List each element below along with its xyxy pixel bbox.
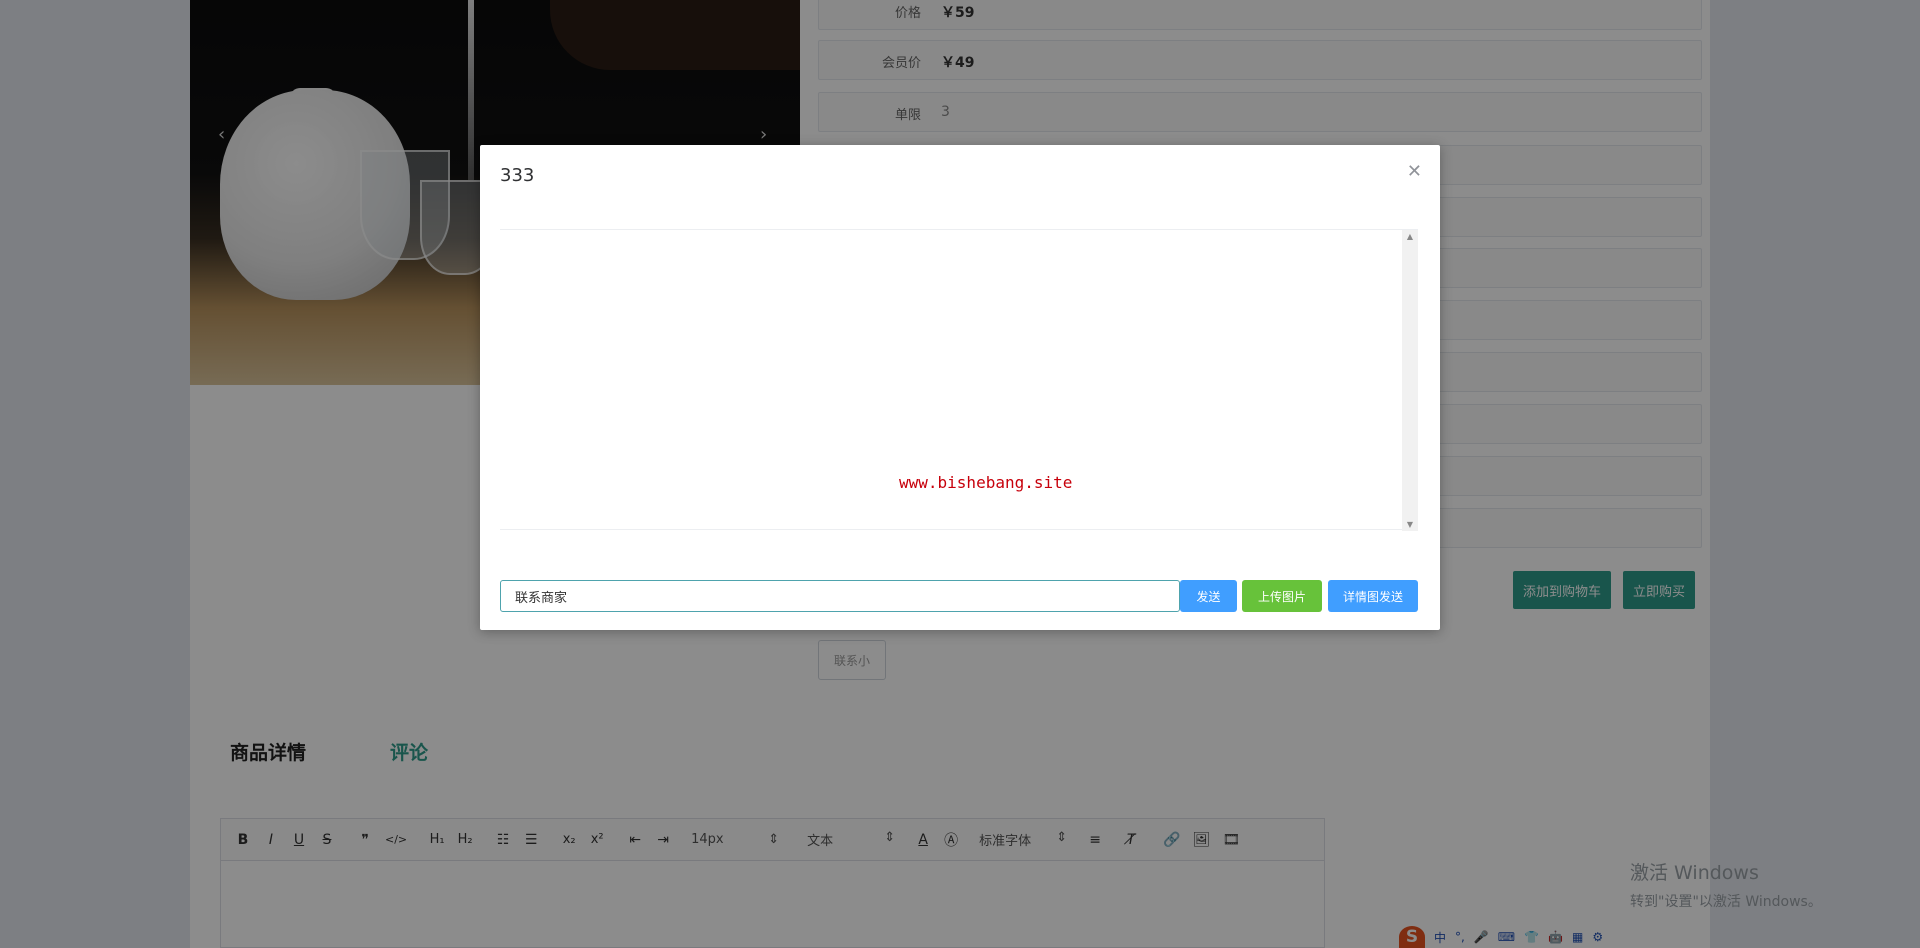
dialog-title: 333 <box>500 165 535 186</box>
detail-image-send-button[interactable]: 详情图发送 <box>1328 580 1418 612</box>
chat-scrollbar[interactable]: ▲ ▼ <box>1402 230 1418 531</box>
scroll-up-icon[interactable]: ▲ <box>1402 232 1418 241</box>
chat-dialog: 333 ✕ www.bishebang.site ▲ ▼ 发送 上传图片 详情图… <box>480 145 1440 630</box>
site-watermark: www.bishebang.site <box>899 473 1073 492</box>
upload-image-button[interactable]: 上传图片 <box>1242 580 1322 612</box>
chat-message-area[interactable]: www.bishebang.site ▲ ▼ <box>500 229 1418 531</box>
send-button[interactable]: 发送 <box>1180 580 1237 612</box>
message-input[interactable] <box>500 580 1180 612</box>
close-icon[interactable]: ✕ <box>1407 161 1422 182</box>
scroll-down-icon[interactable]: ▼ <box>1402 520 1418 529</box>
